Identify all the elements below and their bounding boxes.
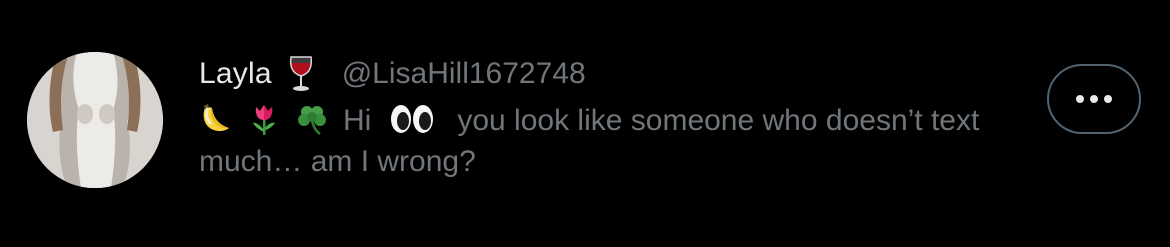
author-line: Layla @LisaHill1672748 — [199, 52, 1019, 96]
avatar[interactable] — [27, 52, 163, 188]
greeting-text: Hi — [343, 104, 372, 137]
message-request-row[interactable]: Layla @LisaHill1672748 Hi you look like … — [0, 0, 1170, 247]
more-dots-icon — [1076, 95, 1112, 103]
dot — [1076, 95, 1084, 103]
author-name: Layla — [199, 57, 272, 90]
message-preview: Hi you look like someone who doesn’t tex… — [199, 100, 989, 182]
banana-icon — [199, 102, 233, 136]
shamrock-icon — [295, 102, 329, 136]
wine-glass-icon — [286, 55, 316, 93]
dot — [1104, 95, 1112, 103]
message-content: Layla @LisaHill1672748 Hi you look like … — [199, 52, 1019, 182]
dot — [1090, 95, 1098, 103]
author-handle: @LisaHill1672748 — [341, 57, 586, 90]
tulip-icon — [247, 102, 281, 136]
eyes-icon — [389, 102, 435, 136]
more-options-button[interactable] — [1047, 64, 1141, 134]
